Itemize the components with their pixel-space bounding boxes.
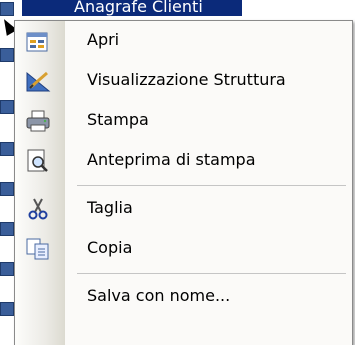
menu-separator: [77, 185, 346, 186]
menu-item-label: Stampa: [87, 110, 149, 129]
menu-item-label: Copia: [87, 238, 133, 257]
menu-item-copy[interactable]: Copia: [15, 229, 352, 269]
menu-separator: [77, 273, 346, 274]
menu-item-save-as[interactable]: Salva con nome...: [15, 277, 352, 317]
menu-item-label: Anteprima di stampa: [87, 150, 256, 169]
form-object-icon[interactable]: [0, 48, 14, 62]
printer-icon: [25, 109, 51, 133]
menu-item-label: Salva con nome...: [87, 286, 231, 305]
menu-item-cut[interactable]: Taglia: [15, 189, 352, 229]
open-form-icon: [25, 29, 51, 53]
menu-item-print[interactable]: Stampa: [15, 101, 352, 141]
form-object-icon[interactable]: [0, 222, 14, 236]
menu-item-label: Apri: [87, 30, 120, 49]
selected-object[interactable]: Anagrafe Clienti: [22, 0, 242, 16]
selected-object-label: Anagrafe Clienti: [74, 0, 203, 16]
menu-item-design-view[interactable]: Visualizzazione Struttura: [15, 61, 352, 101]
form-object-icon[interactable]: [0, 182, 14, 196]
design-view-icon: [25, 69, 51, 93]
scissors-icon: [25, 197, 51, 221]
menu-item-open[interactable]: Apri: [15, 21, 352, 61]
form-object-icon[interactable]: [0, 2, 14, 16]
form-object-icon[interactable]: [0, 100, 14, 114]
form-object-icon[interactable]: [0, 142, 14, 156]
menu-item-label: Visualizzazione Struttura: [87, 70, 286, 89]
form-object-icon[interactable]: [0, 302, 14, 316]
menu-item-print-preview[interactable]: Anteprima di stampa: [15, 141, 352, 181]
print-preview-icon: [25, 149, 51, 173]
copy-icon: [25, 237, 51, 261]
form-object-icon[interactable]: [0, 262, 14, 276]
menu-item-label: Taglia: [87, 198, 133, 217]
context-menu: Apri Visualizzazione Struttura Stampa An…: [14, 20, 353, 345]
